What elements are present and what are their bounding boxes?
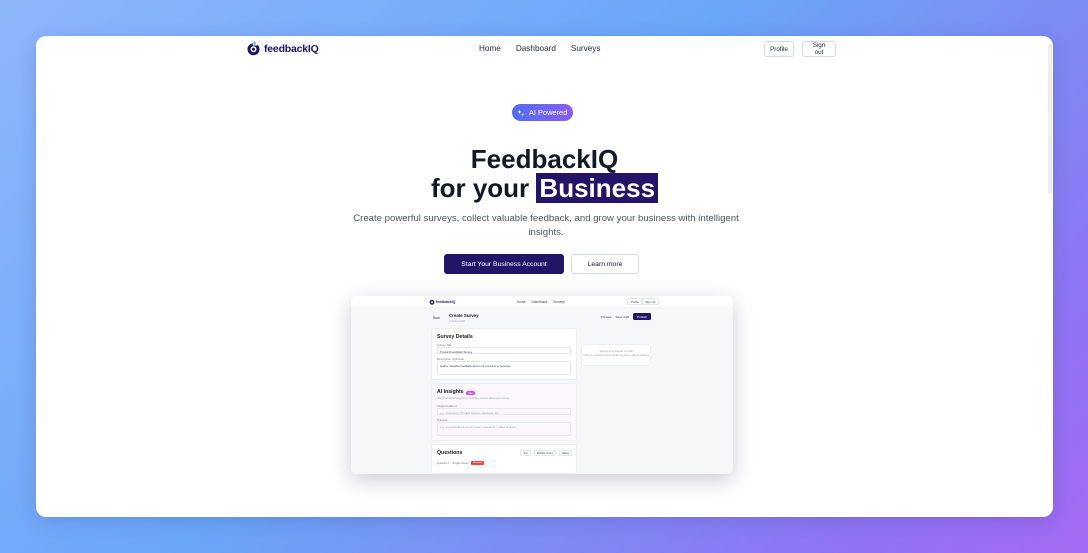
preview-logo-text: feedbackIQ	[436, 300, 456, 304]
ai-new-badge: New	[466, 391, 475, 395]
add-text-question-button: Text	[520, 450, 531, 456]
preview-survey-details-card: Survey Details Survey Title Product Feed…	[431, 328, 577, 380]
brand-logo[interactable]: feedbackIQ	[246, 41, 319, 56]
add-rating-button: Rating	[559, 450, 572, 456]
purpose-field: e.g. to get feedback on our recent resta…	[437, 422, 571, 436]
survey-details-title: Survey Details	[437, 334, 473, 340]
preview-page-subtitle: Untitled draft	[449, 319, 465, 323]
hero-title-highlight: Business	[536, 173, 659, 203]
preview-logo: feedbackIQ	[429, 299, 455, 305]
question-type-buttons: Text Multiple Choice Rating	[520, 450, 572, 456]
preview-questions-card: Questions Text Multiple Choice Rating Qu…	[431, 444, 577, 474]
ai-insights-title: AI Insights	[437, 389, 464, 395]
preview-nav-surveys: Surveys	[553, 300, 565, 304]
learn-more-button[interactable]: Learn more	[571, 254, 639, 274]
preview-publish-button: Publish	[633, 313, 651, 320]
question-editor-hint-subtitle: Click on a question from the list to vie…	[583, 354, 649, 357]
add-multiple-choice-button: Multiple Choice	[533, 450, 557, 456]
badge-label: AI Powered	[529, 108, 568, 117]
preview-nav-links: Home Dashboard Surveys	[517, 300, 565, 304]
nav-link-surveys[interactable]: Surveys	[571, 44, 601, 53]
hero-subtitle: Create powerful surveys, collect valuabl…	[353, 213, 739, 238]
preview-page-title: Create Survey	[449, 313, 479, 318]
ai-insights-description: Get AI-powered insights by providing con…	[437, 397, 510, 400]
ai-powered-badge: AI Powered	[512, 104, 574, 121]
question-row-label: Question 1	[437, 461, 450, 465]
preview-body: Back Create Survey Untitled draft Previe…	[351, 308, 733, 474]
sign-out-button[interactable]: Sign out	[802, 41, 836, 57]
nav-link-dashboard[interactable]: Dashboard	[516, 44, 556, 53]
hero-title-line-1: FeedbackIQ	[470, 144, 619, 174]
nav-link-home[interactable]: Home	[479, 44, 501, 53]
survey-description-field: Gather valuable feedback about our produ…	[437, 361, 571, 375]
hero-title-line-2: for your Business	[36, 173, 1053, 203]
feedbackiq-logo-icon	[247, 41, 260, 56]
start-business-account-button[interactable]: Start Your Business Account	[444, 254, 564, 274]
preview-logo-icon	[429, 299, 435, 305]
question-row-type: Single choice	[452, 461, 468, 465]
preview-nav-home: Home	[517, 300, 526, 304]
questions-title: Questions	[437, 450, 463, 456]
preview-nav: feedbackIQ Home Dashboard Surveys Profil…	[351, 296, 733, 308]
main-nav-links: Home Dashboard Surveys	[479, 44, 600, 53]
preview-signout-button: Sign out	[641, 298, 660, 305]
required-badge: Required	[470, 461, 484, 465]
preview-back-link: Back	[433, 316, 441, 320]
preview-save-draft-action: Save draft	[615, 314, 630, 319]
survey-title-field: Product Feedback Survey	[437, 347, 571, 354]
hero-title-prefix: for your	[430, 173, 530, 203]
question-editor-hint-title: Select a question to edit	[599, 349, 633, 353]
preview-actions: Preview Save draft Publish	[601, 313, 651, 320]
preview-question-editor-placeholder: Select a question to edit Click on a que…	[581, 344, 651, 366]
preview-preview-action: Preview	[600, 314, 612, 319]
preview-ai-insights-card: AI Insights New Get AI-powered insights …	[431, 383, 577, 441]
brand-name: feedbackIQ	[264, 42, 319, 55]
target-audience-field: e.g. Customers, Product Owners, Students…	[437, 408, 571, 415]
preview-nav-dashboard: Dashboard	[531, 300, 548, 304]
top-nav: feedbackIQ Home Dashboard Surveys Profil…	[36, 36, 1053, 62]
browser-page: feedbackIQ Home Dashboard Surveys Profil…	[36, 36, 1053, 517]
question-row: Question 1 Single choice Required	[437, 460, 571, 466]
profile-button[interactable]: Profile	[764, 41, 794, 57]
sparkle-icon	[517, 109, 525, 116]
app-preview-screenshot: feedbackIQ Home Dashboard Surveys Profil…	[351, 296, 733, 474]
